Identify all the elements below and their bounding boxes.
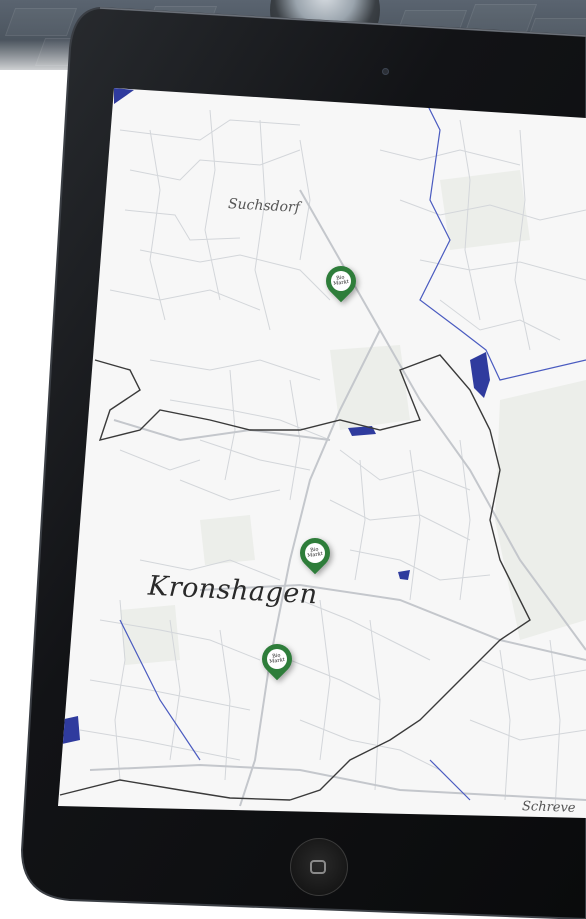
place-label-schreve: Schreve xyxy=(521,799,576,816)
store-logo-icon: Bio Markt xyxy=(307,546,324,560)
home-button[interactable] xyxy=(290,838,348,896)
store-logo-icon: Bio Markt xyxy=(333,274,350,288)
store-marker-2[interactable]: Bio Markt xyxy=(293,531,337,580)
store-marker-3[interactable]: Bio Markt xyxy=(255,637,299,686)
front-camera xyxy=(382,68,389,75)
store-logo-icon: Bio Markt xyxy=(269,652,286,666)
store-marker-1[interactable]: Bio Markt xyxy=(319,259,363,308)
home-square-icon xyxy=(310,860,326,874)
